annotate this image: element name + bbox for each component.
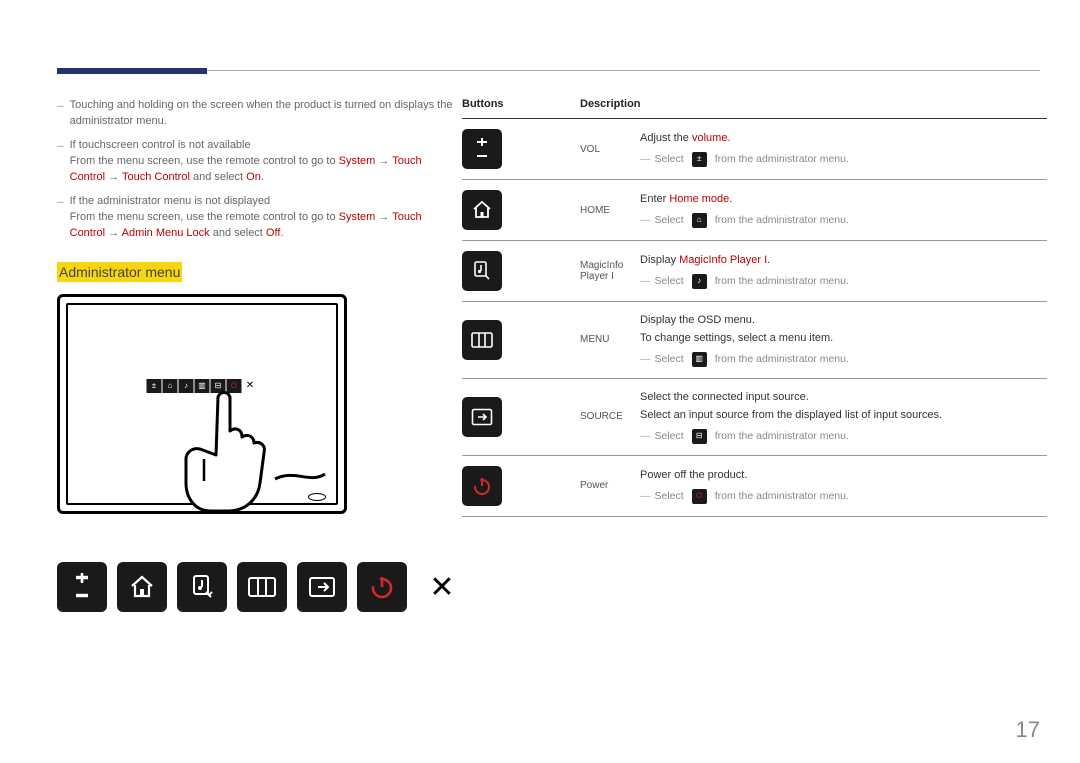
desc-a: Display the OSD menu.	[640, 312, 1047, 330]
note-b: from the administrator menu.	[715, 488, 849, 505]
desc-a: Power off the product.	[640, 467, 1047, 485]
table-row: Power Power off the product. ―Select ⏻ f…	[462, 456, 1047, 517]
dash-icon: ―	[57, 98, 64, 130]
note-a: Select	[655, 351, 684, 368]
note-b: from the administrator menu.	[715, 428, 849, 445]
table-header: Buttons Description	[462, 98, 1047, 119]
note-3: ― If the administrator menu is not displ…	[57, 194, 455, 242]
home-icon	[462, 190, 502, 230]
desc-b: To change settings, select a menu item.	[640, 330, 1047, 348]
sensor-icon	[308, 493, 326, 501]
table-row: MENU Display the OSD menu. To change set…	[462, 302, 1047, 379]
note-a: Select	[655, 151, 684, 168]
table-row: HOME Enter Home mode. ―Select ⌂ from the…	[462, 180, 1047, 241]
desc-a: Select the connected input source.	[640, 389, 1047, 407]
desc-b: MagicInfo Player I.	[679, 254, 770, 266]
btn-label: SOURCE	[580, 411, 640, 422]
note-b: from the administrator menu.	[715, 212, 849, 229]
note-b: from the administrator menu.	[715, 273, 849, 290]
desc-b: Home mode.	[669, 193, 732, 205]
note-b: from the administrator menu.	[715, 351, 849, 368]
hand-icon	[180, 389, 330, 519]
tiny-volume-icon: ±	[692, 152, 707, 167]
th-buttons: Buttons	[462, 98, 580, 110]
home-icon	[117, 562, 167, 612]
tiny-power-icon: ⏻	[692, 489, 707, 504]
menu-icon	[462, 320, 502, 360]
note-icon	[177, 562, 227, 612]
source-icon	[462, 397, 502, 437]
note-a: Select	[655, 273, 684, 290]
admin-menu-highlight: Administrator menu	[57, 262, 182, 282]
desc-a: Adjust the	[640, 132, 692, 144]
note-1: ― Touching and holding on the screen whe…	[57, 98, 455, 130]
dash-icon: ―	[57, 138, 64, 186]
tiny-note-icon: ♪	[692, 274, 707, 289]
note-a: Select	[655, 428, 684, 445]
note-3-body-b: and select	[213, 227, 266, 239]
note-icon	[462, 251, 502, 291]
power-icon	[357, 562, 407, 612]
dash-icon: ―	[57, 194, 64, 242]
buttons-table: Buttons Description VOL Adjust the volum…	[462, 98, 1047, 517]
desc-a: Display	[640, 254, 679, 266]
table-row: SOURCE Select the connected input source…	[462, 379, 1047, 456]
note-2: ― If touchscreen control is not availabl…	[57, 138, 455, 186]
power-icon	[462, 466, 502, 506]
note-3-title: If the administrator menu is not display…	[70, 195, 271, 207]
table-row: MagicInfo Player I Display MagicInfo Pla…	[462, 241, 1047, 302]
desc-a: Enter	[640, 193, 669, 205]
screen-illustration: ± ⌂ ♪ ▥ ⊟ ⏻ ✕	[57, 294, 347, 514]
big-icon-row: ✕	[57, 562, 467, 612]
note-2-body-b: and select	[193, 171, 246, 183]
volume-icon	[462, 129, 502, 169]
note-1-text: Touching and holding on the screen when …	[70, 98, 455, 130]
tiny-source-icon: ⊟	[692, 429, 707, 444]
desc-b: Select an input source from the displaye…	[640, 407, 1047, 425]
btn-label: HOME	[580, 205, 640, 216]
tiny-menu-icon: ▥	[692, 352, 707, 367]
btn-label: VOL	[580, 144, 640, 155]
th-description: Description	[580, 98, 1047, 110]
page-number: 17	[1016, 717, 1040, 743]
note-a: Select	[655, 488, 684, 505]
btn-label: MagicInfo Player I	[580, 260, 640, 282]
close-icon: ✕	[417, 562, 467, 612]
mini-volume-icon: ±	[147, 379, 162, 393]
desc-b: volume.	[692, 132, 731, 144]
mini-home-icon: ⌂	[163, 379, 178, 393]
volume-icon	[57, 562, 107, 612]
left-column: ― Touching and holding on the screen whe…	[57, 98, 455, 514]
note-b: from the administrator menu.	[715, 151, 849, 168]
note-2-body-a: From the menu screen, use the remote con…	[70, 155, 339, 167]
tiny-home-icon: ⌂	[692, 213, 707, 228]
note-a: Select	[655, 212, 684, 229]
source-icon	[297, 562, 347, 612]
note-2-title: If touchscreen control is not available	[70, 139, 251, 151]
btn-label: MENU	[580, 334, 640, 345]
header-accent	[57, 68, 207, 74]
note-3-body-a: From the menu screen, use the remote con…	[70, 211, 339, 223]
btn-label: Power	[580, 480, 640, 491]
table-row: VOL Adjust the volume. ―Select ± from th…	[462, 119, 1047, 180]
menu-icon	[237, 562, 287, 612]
